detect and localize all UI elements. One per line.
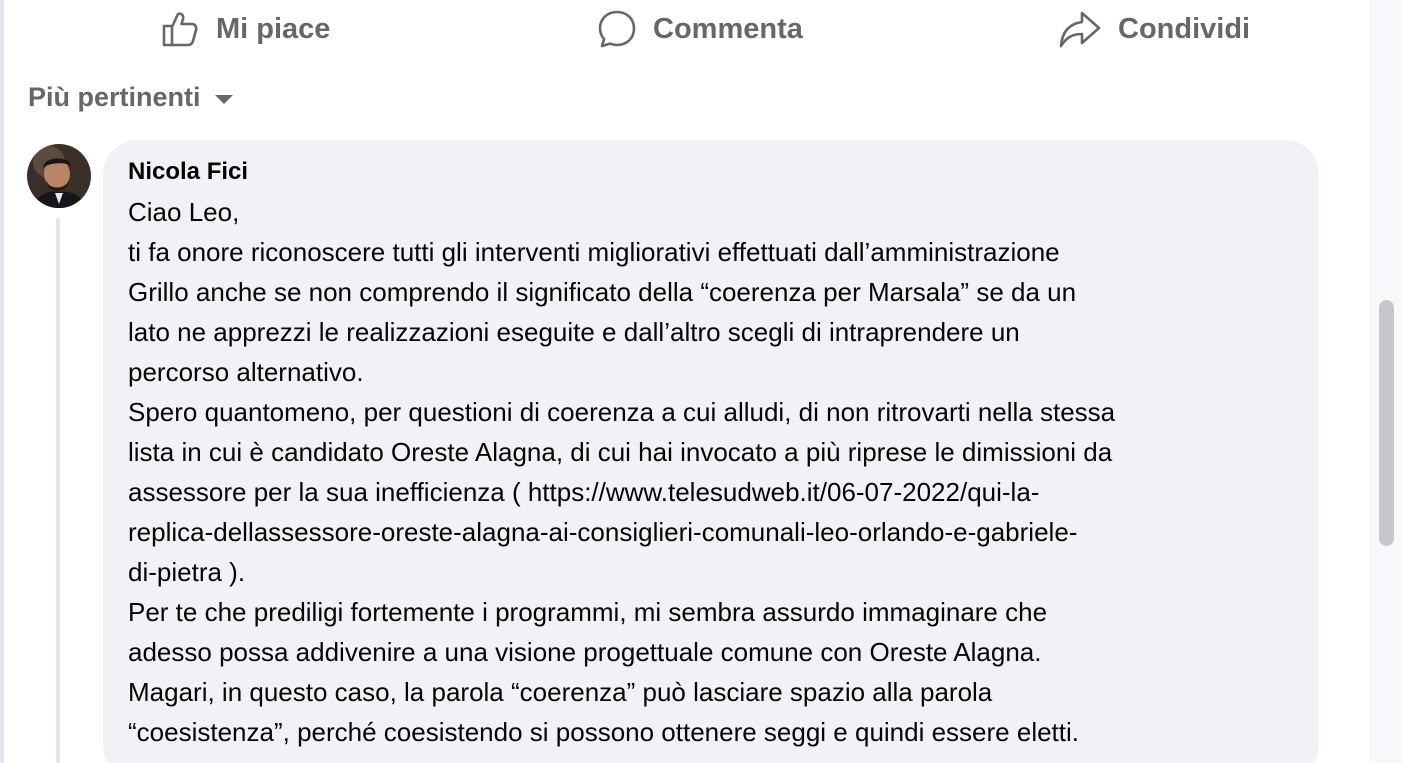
share-button[interactable]: Condividi bbox=[1058, 0, 1250, 58]
comment-line: lista in cui è candidato Oreste Alagna, … bbox=[128, 437, 1113, 467]
comment-body: Ciao Leo, ti fa onore riconoscere tutti … bbox=[128, 192, 1303, 752]
panel-left-border bbox=[0, 0, 4, 763]
comments-panel: Mi piace Commenta Condividi Più pertinen… bbox=[0, 0, 1402, 763]
comment-line: Grillo anche se non comprendo il signifi… bbox=[128, 277, 1077, 307]
comment-sort-dropdown[interactable]: Più pertinenti bbox=[28, 78, 233, 116]
profile-photo-icon bbox=[27, 144, 91, 208]
share-label: Condividi bbox=[1118, 12, 1251, 45]
reply-thread-line bbox=[56, 218, 60, 763]
comment-line: Ciao Leo, bbox=[128, 197, 240, 227]
comment-line: Magari, in questo caso, la parola “coere… bbox=[128, 677, 993, 707]
post-action-bar: Mi piace Commenta Condividi bbox=[0, 0, 1370, 58]
sort-label: Più pertinenti bbox=[28, 81, 201, 112]
comment-link-line[interactable]: assessore per la sua inefficienza ( http… bbox=[128, 472, 1303, 512]
avatar[interactable] bbox=[27, 144, 91, 208]
comment-line: Per te che prediligi fortemente i progra… bbox=[128, 597, 1048, 627]
speech-bubble-icon bbox=[598, 10, 636, 48]
comment-link-line[interactable]: replica-dellassessore-oreste-alagna-ai-c… bbox=[128, 512, 1303, 552]
scrollbar-thumb[interactable] bbox=[1379, 300, 1394, 546]
like-button[interactable]: Mi piace bbox=[160, 0, 330, 58]
comment-button[interactable]: Commenta bbox=[597, 0, 803, 58]
comment-line: percorso alternativo. bbox=[128, 357, 364, 387]
share-arrow-icon bbox=[1059, 11, 1101, 48]
comment-author-name[interactable]: Nicola Fici bbox=[128, 156, 248, 188]
comment-line: adesso possa addivenire a una visione pr… bbox=[128, 637, 1042, 667]
thumbs-up-icon bbox=[162, 12, 198, 47]
comment-line: Spero quantomeno, per questioni di coere… bbox=[128, 397, 1116, 427]
comment-line: lato ne apprezzi le realizzazioni esegui… bbox=[128, 317, 1020, 347]
comment-line: “coesistenza”, perché coesistendo si pos… bbox=[128, 717, 1080, 747]
caret-down-icon bbox=[214, 94, 233, 104]
like-label: Mi piace bbox=[216, 12, 331, 45]
comment-link-line[interactable]: di-pietra ). bbox=[128, 552, 1303, 592]
comment-label: Commenta bbox=[653, 12, 803, 45]
comment-line: ti fa onore riconoscere tutti gli interv… bbox=[128, 237, 1060, 267]
